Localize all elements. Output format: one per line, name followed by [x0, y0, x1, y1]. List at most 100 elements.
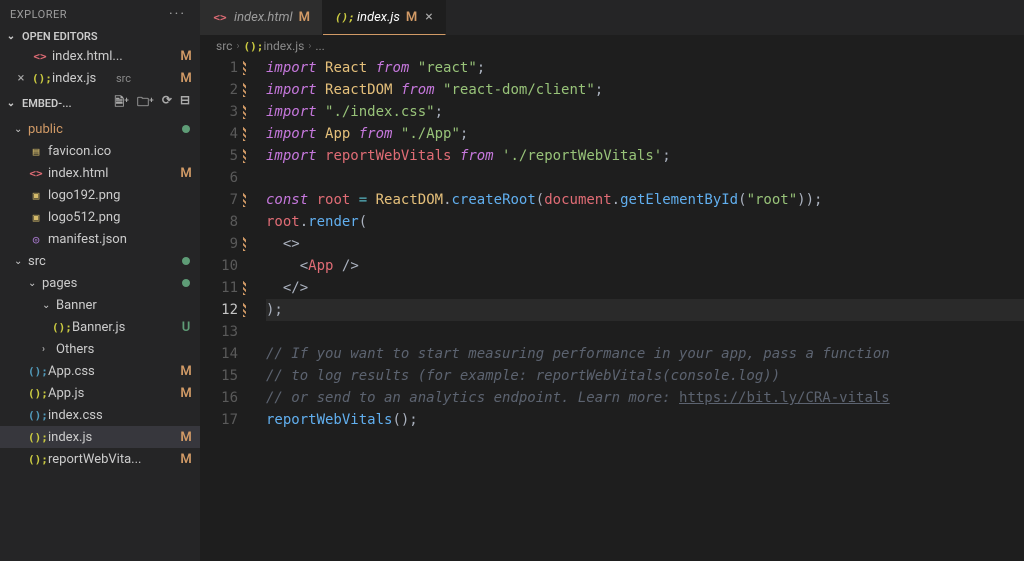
- refresh-icon[interactable]: ⟳: [160, 91, 174, 116]
- folder-label: public: [28, 122, 63, 137]
- file-label: index.css: [48, 408, 174, 423]
- line-number[interactable]: 5: [200, 145, 238, 167]
- code-line[interactable]: // to log results (for example: reportWe…: [266, 365, 1024, 387]
- file-item[interactable]: ▣logo192.png: [0, 184, 200, 206]
- code-line[interactable]: import ReactDOM from "react-dom/client";: [266, 79, 1024, 101]
- file-label: favicon.ico: [48, 144, 174, 159]
- code-line[interactable]: const root = ReactDOM.createRoot(documen…: [266, 189, 1024, 211]
- file-item[interactable]: (); index.css: [0, 404, 200, 426]
- git-dot-icon: [182, 257, 190, 265]
- open-editor-item[interactable]: ×();index.jssrcM: [0, 67, 200, 89]
- breadcrumb-segment[interactable]: src: [216, 39, 232, 53]
- line-number[interactable]: 14: [200, 343, 238, 365]
- chevron-down-icon: ⌄: [28, 278, 38, 289]
- line-number[interactable]: 17: [200, 409, 238, 431]
- code-line[interactable]: reportWebVitals();: [266, 409, 1024, 431]
- code-line[interactable]: <>: [266, 233, 1024, 255]
- code-line[interactable]: import App from "./App";: [266, 123, 1024, 145]
- tab-label: index.js: [357, 10, 400, 25]
- code-line[interactable]: import "./index.css";: [266, 101, 1024, 123]
- more-icon[interactable]: ···: [165, 6, 190, 22]
- js-icon: ();: [243, 40, 259, 53]
- folder-label: Banner: [56, 298, 97, 313]
- chevron-down-icon: ⌄: [42, 300, 52, 311]
- file-type-icon: ▤: [28, 145, 44, 158]
- folder-item[interactable]: ⌄public: [0, 118, 200, 140]
- file-label: index.html...: [52, 49, 174, 64]
- breadcrumb-segment[interactable]: index.js: [263, 39, 304, 53]
- breadcrumb[interactable]: src › (); index.js › ...: [200, 35, 1024, 57]
- code-content[interactable]: import React from "react";import ReactDO…: [256, 57, 1024, 561]
- line-number[interactable]: 12: [200, 299, 238, 321]
- line-number[interactable]: 2: [200, 79, 238, 101]
- new-file-icon[interactable]: 🗎⁺: [113, 91, 132, 116]
- file-item[interactable]: ();index.jsM: [0, 426, 200, 448]
- code-line[interactable]: [266, 321, 1024, 343]
- git-status-badge: M: [406, 10, 417, 25]
- open-editors-list: <>index.html...M×();index.jssrcM: [0, 45, 200, 89]
- close-icon[interactable]: ×: [14, 71, 28, 86]
- git-status-badge: M: [178, 430, 194, 445]
- editor-tab[interactable]: <>index.htmlM: [200, 0, 323, 35]
- editor-main: <>index.htmlM (); index.js M × src › (); ind…: [200, 0, 1024, 561]
- tab-label: index.html: [234, 10, 293, 25]
- chevron-right-icon: ›: [42, 344, 52, 355]
- file-type-icon: ();: [52, 321, 68, 334]
- chevron-down-icon: ⌄: [14, 256, 24, 267]
- code-line[interactable]: [266, 167, 1024, 189]
- code-line[interactable]: import React from "react";: [266, 57, 1024, 79]
- git-status-badge: M: [178, 166, 194, 181]
- folder-item[interactable]: ⌄ Banner: [0, 294, 200, 316]
- code-line[interactable]: </>: [266, 277, 1024, 299]
- close-icon[interactable]: ×: [425, 9, 432, 25]
- file-item[interactable]: ();App.cssM: [0, 360, 200, 382]
- line-number[interactable]: 4: [200, 123, 238, 145]
- file-label: index.html: [48, 166, 174, 181]
- chevron-down-icon: ⌄: [4, 98, 18, 109]
- file-label: index.js: [52, 71, 110, 86]
- folder-item[interactable]: ⌄src: [0, 250, 200, 272]
- line-number[interactable]: 10: [200, 255, 238, 277]
- line-number[interactable]: 3: [200, 101, 238, 123]
- file-type-icon: ();: [28, 409, 44, 422]
- line-number[interactable]: 11: [200, 277, 238, 299]
- line-number[interactable]: 16: [200, 387, 238, 409]
- collapse-icon[interactable]: ⊟: [178, 91, 192, 116]
- open-editor-item[interactable]: <>index.html...M: [0, 45, 200, 67]
- file-item[interactable]: ▤ favicon.ico: [0, 140, 200, 162]
- editor-tab[interactable]: ();index.jsM×: [323, 0, 446, 35]
- folder-item[interactable]: ›Others: [0, 338, 200, 360]
- code-line[interactable]: );: [266, 299, 1024, 321]
- code-editor[interactable]: 1234567891011121314151617 import React f…: [200, 57, 1024, 561]
- code-line[interactable]: // If you want to start measuring perfor…: [266, 343, 1024, 365]
- line-number[interactable]: 7: [200, 189, 238, 211]
- line-number[interactable]: 8: [200, 211, 238, 233]
- file-item[interactable]: <>index.htmlM: [0, 162, 200, 184]
- code-line[interactable]: import reportWebVitals from './reportWeb…: [266, 145, 1024, 167]
- folder-section-header[interactable]: ⌄ EMBED-... 🗎⁺ 🗀⁺ ⟳ ⊟: [0, 89, 200, 118]
- file-item[interactable]: ◎manifest.json: [0, 228, 200, 250]
- line-number[interactable]: 6: [200, 167, 238, 189]
- open-editors-header[interactable]: ⌄ OPEN EDITORS: [0, 28, 200, 45]
- line-number[interactable]: 1: [200, 57, 238, 79]
- line-number[interactable]: 13: [200, 321, 238, 343]
- file-item[interactable]: ▣logo512.png: [0, 206, 200, 228]
- code-line[interactable]: root.render(: [266, 211, 1024, 233]
- file-item[interactable]: ();App.jsM: [0, 382, 200, 404]
- git-status-badge: M: [178, 364, 194, 379]
- explorer-title: EXPLORER: [10, 8, 67, 21]
- folder-item[interactable]: ⌄pages: [0, 272, 200, 294]
- file-item[interactable]: ();reportWebVita...M: [0, 448, 200, 470]
- git-status-badge: U: [178, 320, 194, 335]
- file-label: App.css: [48, 364, 174, 379]
- new-folder-icon[interactable]: 🗀⁺: [135, 91, 156, 116]
- file-label: logo512.png: [48, 210, 174, 225]
- line-number[interactable]: 9: [200, 233, 238, 255]
- breadcrumb-segment[interactable]: ...: [315, 39, 325, 53]
- code-line[interactable]: // or send to an analytics endpoint. Lea…: [266, 387, 1024, 409]
- file-item[interactable]: ();Banner.jsU: [0, 316, 200, 338]
- line-gutter[interactable]: 1234567891011121314151617: [200, 57, 256, 561]
- file-path-label: src: [116, 72, 174, 85]
- code-line[interactable]: <App />: [266, 255, 1024, 277]
- line-number[interactable]: 15: [200, 365, 238, 387]
